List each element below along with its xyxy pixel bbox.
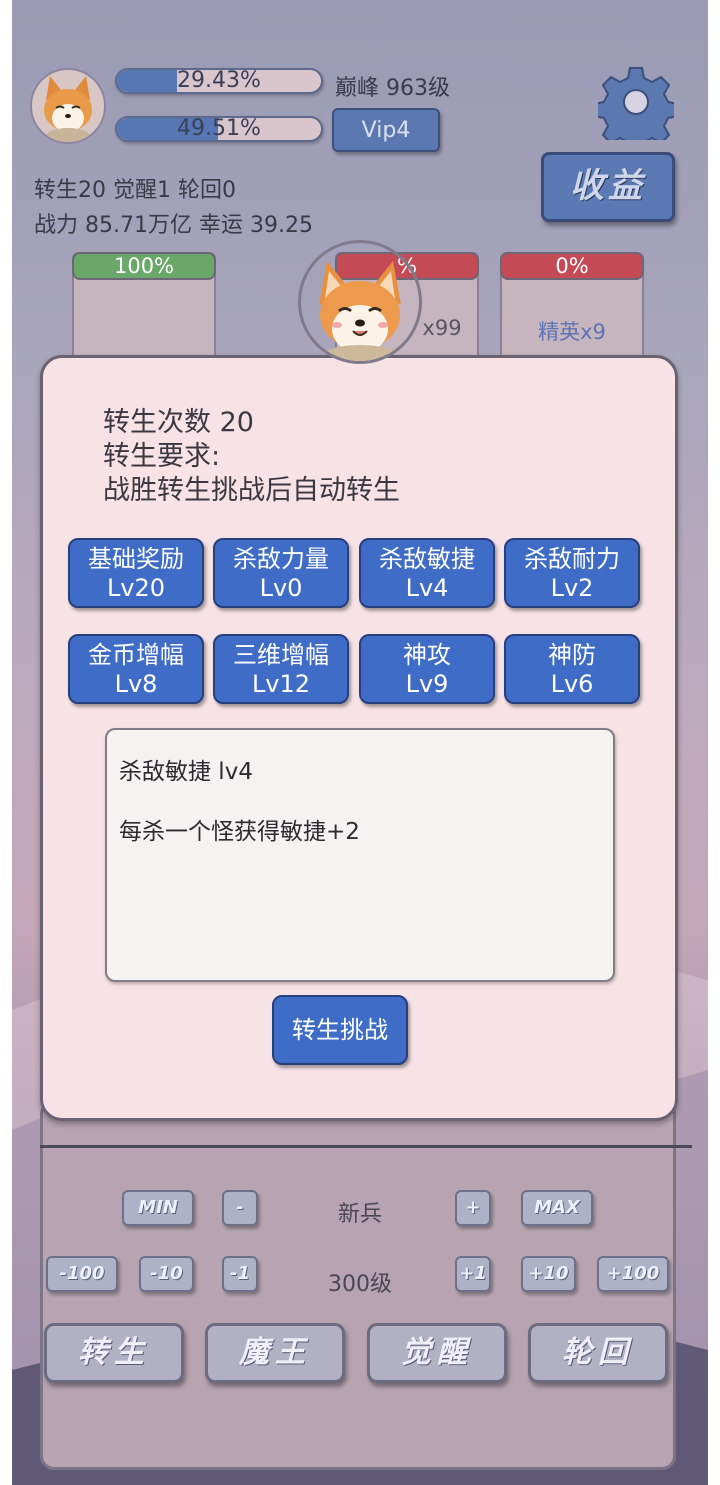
rebirth-dialog: 转生次数 20 转生要求: 战胜转生挑战后自动转生 基础奖励 Lv20 杀敌力量… <box>40 355 678 1121</box>
boss-portrait[interactable] <box>298 240 422 364</box>
enemy-hp-bar: 100% <box>72 252 216 280</box>
gear-icon[interactable] <box>598 64 674 140</box>
skill-level: Lv12 <box>251 670 311 698</box>
game-screen: 29.43% 49.51% 巅峰 963级 Vip4 收益 转生20 觉醒1 轮… <box>12 0 708 1485</box>
enemy-slot-3[interactable]: 0% 精英x9 <box>500 252 644 362</box>
panel-divider <box>40 1145 692 1148</box>
skill-description-text: 每杀一个怪获得敏捷+2 <box>119 819 360 845</box>
skill-name: 杀敌力量 <box>233 545 329 573</box>
plus-100-button[interactable]: +100 <box>597 1256 669 1292</box>
skill-button-divine-attack[interactable]: 神攻 Lv9 <box>359 634 495 704</box>
skill-name: 神攻 <box>403 641 451 669</box>
skill-level: Lv2 <box>550 574 594 602</box>
tab-reincarnation[interactable]: 轮回 <box>528 1323 668 1383</box>
skill-description-box: 杀敌敏捷 lv4 每杀一个怪获得敏捷+2 <box>105 728 615 982</box>
stats-line-rebirth: 转生20 觉醒1 轮回0 <box>34 178 236 203</box>
skill-level: Lv0 <box>259 574 303 602</box>
enemy-hp-bar: 0% <box>500 252 644 280</box>
skill-button-kill-agility[interactable]: 杀敌敏捷 Lv4 <box>359 538 495 608</box>
skill-level: Lv8 <box>114 670 158 698</box>
skill-button-kill-stamina[interactable]: 杀敌耐力 Lv2 <box>504 538 640 608</box>
skill-level: Lv9 <box>405 670 449 698</box>
stats-line-power: 战力 85.71万亿 幸运 39.25 <box>34 213 313 238</box>
skill-name: 神防 <box>548 641 596 669</box>
max-button[interactable]: MAX <box>521 1190 593 1226</box>
tab-awaken[interactable]: 觉醒 <box>367 1323 507 1383</box>
skill-name: 杀敌耐力 <box>524 545 620 573</box>
unit-name: 新兵 <box>337 1202 382 1227</box>
skill-name: 金币增幅 <box>88 641 184 669</box>
skill-button-gold-boost[interactable]: 金币增幅 Lv8 <box>68 634 204 704</box>
skill-description-title: 杀敌敏捷 lv4 <box>119 759 253 785</box>
plus-button[interactable]: + <box>455 1190 491 1226</box>
vip-button[interactable]: Vip4 <box>332 108 440 152</box>
skill-button-base-reward[interactable]: 基础奖励 Lv20 <box>68 538 204 608</box>
secondary-progress-text: 49.51% <box>177 116 261 141</box>
exp-progress-text: 29.43% <box>177 68 261 93</box>
plus-10-button[interactable]: +10 <box>521 1256 576 1292</box>
player-avatar[interactable] <box>30 68 106 144</box>
skill-level: Lv6 <box>550 670 594 698</box>
skill-button-stats-boost[interactable]: 三维增幅 Lv12 <box>213 634 349 704</box>
peak-level: 巅峰 963级 <box>335 76 450 101</box>
rebirth-challenge-button[interactable]: 转生挑战 <box>272 995 408 1065</box>
minus-100-button[interactable]: -100 <box>46 1256 118 1292</box>
skill-name: 三维增幅 <box>233 641 329 669</box>
minus-1-button[interactable]: -1 <box>222 1256 258 1292</box>
tab-demon-king[interactable]: 魔王 <box>205 1323 345 1383</box>
minus-10-button[interactable]: -10 <box>139 1256 194 1292</box>
enemy-name: 精英x9 <box>538 320 606 344</box>
tab-rebirth[interactable]: 转生 <box>44 1323 184 1383</box>
corgi-boss-icon <box>319 261 401 361</box>
skill-name: 杀敌敏捷 <box>379 545 475 573</box>
earnings-button[interactable]: 收益 <box>541 152 675 222</box>
minus-button[interactable]: - <box>222 1190 258 1226</box>
enemy-slot-1[interactable]: 100% <box>72 252 216 362</box>
skill-level: Lv20 <box>106 574 166 602</box>
skill-name: 基础奖励 <box>88 545 184 573</box>
skill-level: Lv4 <box>405 574 449 602</box>
unit-level: 300级 <box>328 1272 392 1297</box>
plus-1-button[interactable]: +1 <box>455 1256 491 1292</box>
min-button[interactable]: MIN <box>122 1190 194 1226</box>
rebirth-requirement-text: 战胜转生挑战后自动转生 <box>103 475 400 506</box>
exp-progress-bar: 29.43% <box>115 68 323 94</box>
skill-button-kill-strength[interactable]: 杀敌力量 Lv0 <box>213 538 349 608</box>
skill-button-divine-defense[interactable]: 神防 Lv6 <box>504 634 640 704</box>
corgi-avatar-icon <box>44 76 92 142</box>
secondary-progress-bar: 49.51% <box>115 116 323 142</box>
